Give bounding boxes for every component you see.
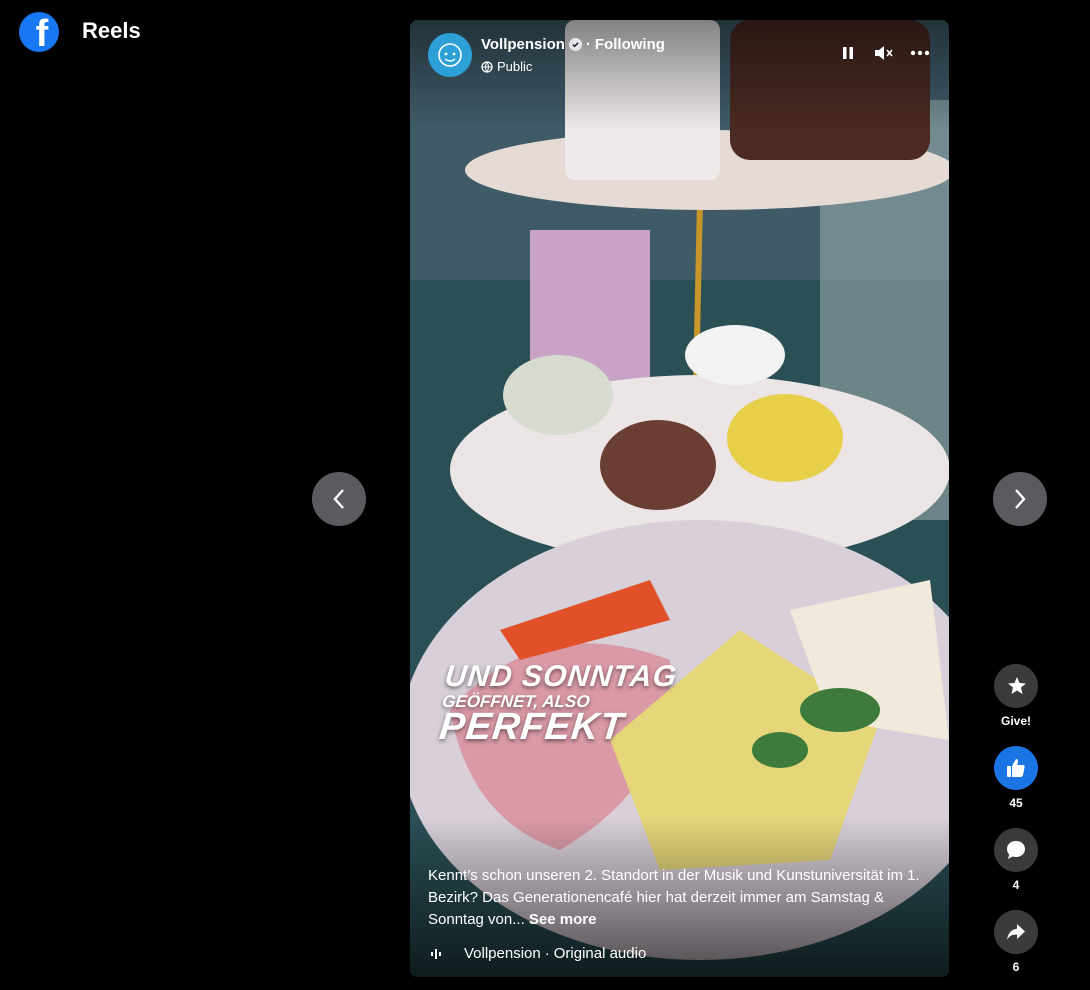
next-reel-button[interactable] — [993, 472, 1047, 526]
caption-text: Kennt’s schon unseren 2. Standort in der… — [428, 867, 920, 928]
previous-reel-button[interactable] — [312, 472, 366, 526]
see-more-link[interactable]: See more — [529, 911, 597, 928]
audio-artist: Vollpension — [464, 945, 541, 962]
share-button[interactable] — [994, 910, 1038, 954]
verified-badge-icon — [568, 38, 582, 51]
like-count: 45 — [1009, 796, 1023, 810]
reel-caption: Kennt’s schon unseren 2. Standort in der… — [428, 865, 938, 931]
give-button[interactable] — [994, 664, 1038, 708]
audio-attribution[interactable]: Vollpension · Original audio — [430, 945, 646, 962]
audio-label: Original audio — [553, 945, 647, 962]
give-action: Give! — [993, 664, 1039, 728]
give-label: Give! — [1000, 714, 1031, 728]
face-illustration-icon — [438, 43, 462, 67]
comment-button[interactable] — [994, 828, 1038, 872]
share-action: 6 — [993, 910, 1039, 974]
comment-bubble-icon — [1007, 841, 1025, 859]
comment-count: 4 — [1012, 878, 1020, 892]
page-title: Reels — [82, 18, 141, 43]
globe-icon — [481, 60, 493, 73]
more-icon[interactable] — [909, 42, 931, 64]
video-overlay-text: UND SONNTAG GEÖFFNET, ALSO PERFEKT — [437, 660, 679, 748]
audio-wave-icon — [431, 948, 441, 959]
mute-icon[interactable] — [873, 42, 895, 64]
share-count: 6 — [1012, 960, 1020, 974]
facebook-logo[interactable]: f — [19, 12, 59, 52]
star-icon — [1008, 677, 1026, 694]
comment-action: 4 — [993, 828, 1039, 892]
pause-icon[interactable] — [837, 42, 859, 64]
reel-video[interactable]: Vollpension · Following Public UND SONNT… — [410, 20, 949, 977]
audio-separator: · — [544, 945, 550, 962]
share-arrow-icon — [1007, 924, 1025, 940]
like-button[interactable] — [994, 746, 1038, 790]
follow-status[interactable]: Following — [595, 36, 665, 53]
chevron-left-icon — [333, 489, 344, 509]
author-name[interactable]: Vollpension — [481, 36, 565, 53]
like-action: 45 — [993, 746, 1039, 810]
chevron-right-icon — [1015, 489, 1026, 509]
author-avatar[interactable] — [428, 33, 472, 77]
thumbs-up-icon — [1007, 759, 1025, 777]
privacy-label: Public — [497, 59, 533, 74]
separator-dot: · — [585, 36, 591, 53]
